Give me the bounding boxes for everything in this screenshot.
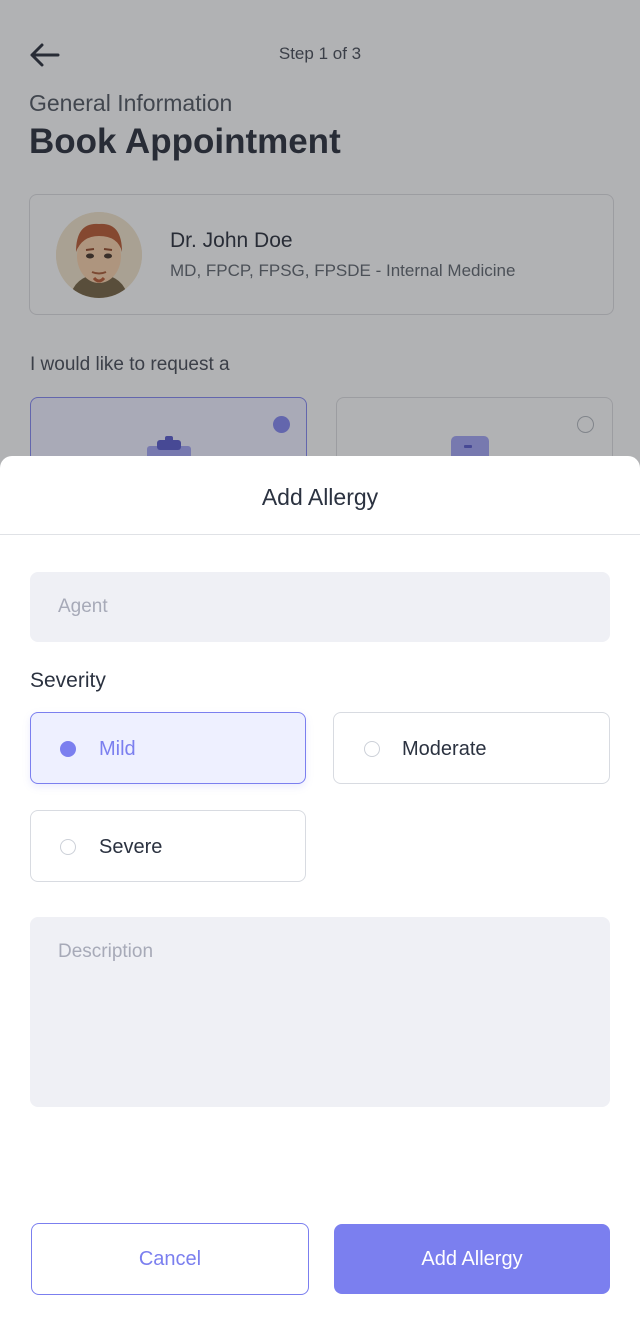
severity-option-moderate[interactable]: Moderate <box>333 712 610 784</box>
description-textarea[interactable] <box>30 917 610 1107</box>
add-allergy-sheet: Add Allergy Severity Mild Moderate Sever… <box>0 456 640 1325</box>
severity-option-mild[interactable]: Mild <box>30 712 306 784</box>
agent-input[interactable] <box>30 572 610 642</box>
radio-unselected-icon <box>364 741 380 757</box>
cancel-button[interactable]: Cancel <box>31 1223 309 1295</box>
radio-selected-icon <box>60 741 76 757</box>
radio-unselected-icon <box>60 839 76 855</box>
severity-option-label: Moderate <box>402 738 487 760</box>
sheet-title: Add Allergy <box>0 456 640 535</box>
severity-label: Severity <box>30 669 106 692</box>
severity-option-severe[interactable]: Severe <box>30 810 306 882</box>
add-allergy-button[interactable]: Add Allergy <box>334 1224 610 1294</box>
severity-option-label: Mild <box>99 738 136 760</box>
severity-option-label: Severe <box>99 836 163 858</box>
